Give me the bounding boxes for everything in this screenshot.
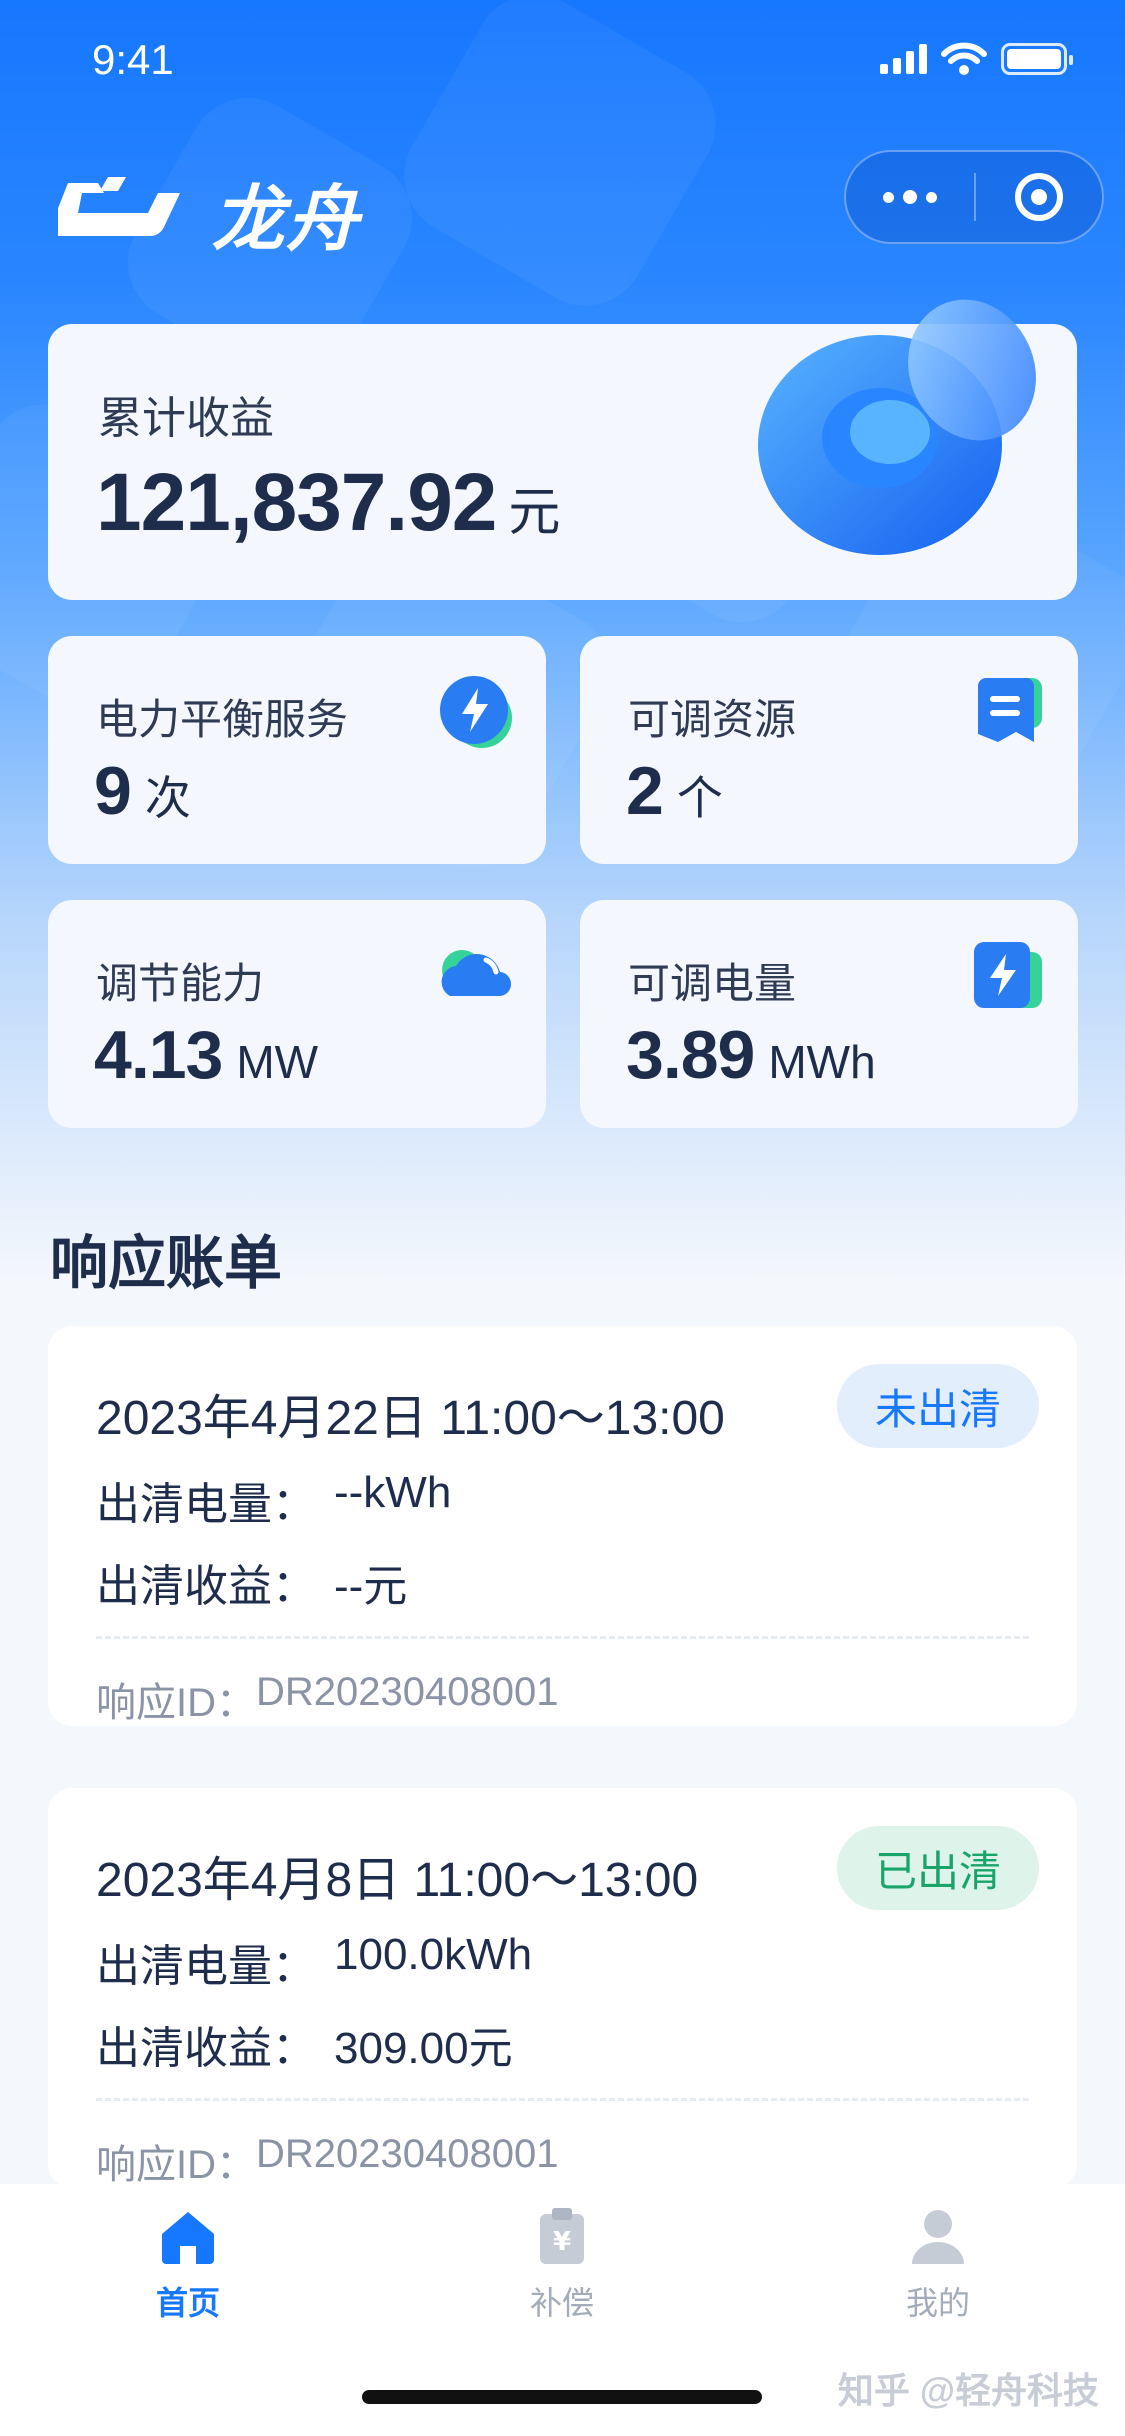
tab-profile[interactable]: 我的 [838,2204,1038,2324]
yen-clipboard-icon: ¥ [540,2208,584,2264]
tab-label: 首页 [155,2285,220,2321]
stat-number: 2 [626,753,664,829]
ring-illustration-icon [758,299,1036,555]
divider [96,2098,1029,2101]
income-value: --元 [334,1562,408,1611]
watermark: 知乎 @轻舟科技 [837,2370,1099,2411]
income-value: 309.00元 [334,2024,513,2073]
status-badge: 已出清 [837,1826,1039,1910]
bill-date: 2023年4月22日 11:00～13:00 [96,1392,725,1445]
bill-date: 2023年4月8日 11:00～13:00 [96,1854,699,1907]
status-time: 9:41 [92,36,174,83]
stat-card-power-balance[interactable]: 电力平衡服务 9 次 [48,636,546,864]
stat-number: 3.89 [626,1017,755,1093]
stat-title: 调节能力 [96,960,265,1007]
dragon-boat-logo-icon [58,176,180,236]
bill-id-row: 响应ID： DR20230408001 [96,2132,558,2190]
bill-card[interactable]: 2023年4月8日 11:00～13:00 已出清 出清电量： 100.0kWh… [48,1788,1077,2188]
bill-energy-row: 出清电量： 100.0kWh [96,1930,532,1994]
earnings-title: 累计收益 [98,394,274,443]
lightning-square-icon [974,942,1042,1008]
user-icon [912,2210,964,2264]
stat-unit: 次 [144,772,191,824]
stat-title: 电力平衡服务 [96,696,349,743]
earnings-unit: 元 [508,484,561,542]
divider [96,1636,1029,1639]
section-title: 响应账单 [50,1231,283,1296]
target-icon [1015,173,1063,221]
more-icon[interactable] [846,152,974,242]
app-logo: 龙舟 [58,160,360,265]
stat-title: 可调电量 [628,960,797,1007]
earnings-value: 121,837.92 元 [96,456,560,550]
stat-value: 3.89 MWh [626,1016,876,1094]
list-doc-icon [978,678,1042,742]
stat-unit: 个 [676,772,723,824]
earnings-amount: 121,837.92 [96,457,497,548]
energy-label: 出清电量： [96,1480,316,1529]
stat-title: 可调资源 [628,696,797,743]
stat-unit: MWh [768,1036,876,1088]
id-label: 响应ID： [96,2143,256,2187]
stat-card-adjustable-resources[interactable]: 可调资源 2 个 [580,636,1078,864]
home-icon [162,2212,214,2264]
stat-value: 4.13 MW [94,1016,318,1094]
bill-card[interactable]: 2023年4月22日 11:00～13:00 未出清 出清电量： --kWh 出… [48,1326,1077,1726]
cloud-icon [441,950,512,997]
status-bar: 9:41 [0,0,1125,120]
close-target-button[interactable] [976,152,1102,242]
energy-value: --kWh [334,1468,452,1517]
stat-value: 9 次 [94,752,191,830]
energy-value: 100.0kWh [334,1930,533,1979]
stat-number: 4.13 [94,1017,223,1093]
income-label: 出清收益： [96,1562,316,1611]
id-label: 响应ID： [96,1681,256,1725]
id-value: DR20230408001 [256,1670,559,1714]
tab-home[interactable]: 首页 [88,2204,288,2324]
stat-number: 9 [94,753,132,829]
stat-card-adjustable-energy[interactable]: 可调电量 3.89 MWh [580,900,1078,1128]
wifi-icon [941,42,987,75]
id-value: DR20230408001 [256,2132,559,2176]
bill-id-row: 响应ID： DR20230408001 [96,1670,558,1728]
app-name: 龙舟 [212,180,361,260]
tab-label: 我的 [905,2285,970,2321]
tab-label: 补偿 [529,2285,594,2321]
cellular-signal-icon [880,44,927,74]
stat-unit: MW [236,1036,319,1088]
status-badge: 未出清 [837,1364,1039,1448]
stat-value: 2 个 [626,752,723,830]
battery-icon [1001,43,1073,75]
bill-income-row: 出清收益： --元 [96,1550,407,1614]
home-indicator [362,2390,762,2404]
tab-compensation[interactable]: ¥ 补偿 [462,2204,662,2324]
lightning-circle-icon [440,676,512,748]
energy-label: 出清电量： [96,1942,316,1991]
miniprogram-capsule [844,150,1104,244]
stat-card-regulation-capacity[interactable]: 调节能力 4.13 MW [48,900,546,1128]
svg-text:¥: ¥ [553,2227,571,2257]
bill-income-row: 出清收益： 309.00元 [96,2012,513,2076]
status-icons [880,42,1073,76]
income-label: 出清收益： [96,2024,316,2073]
bill-energy-row: 出清电量： --kWh [96,1468,451,1532]
